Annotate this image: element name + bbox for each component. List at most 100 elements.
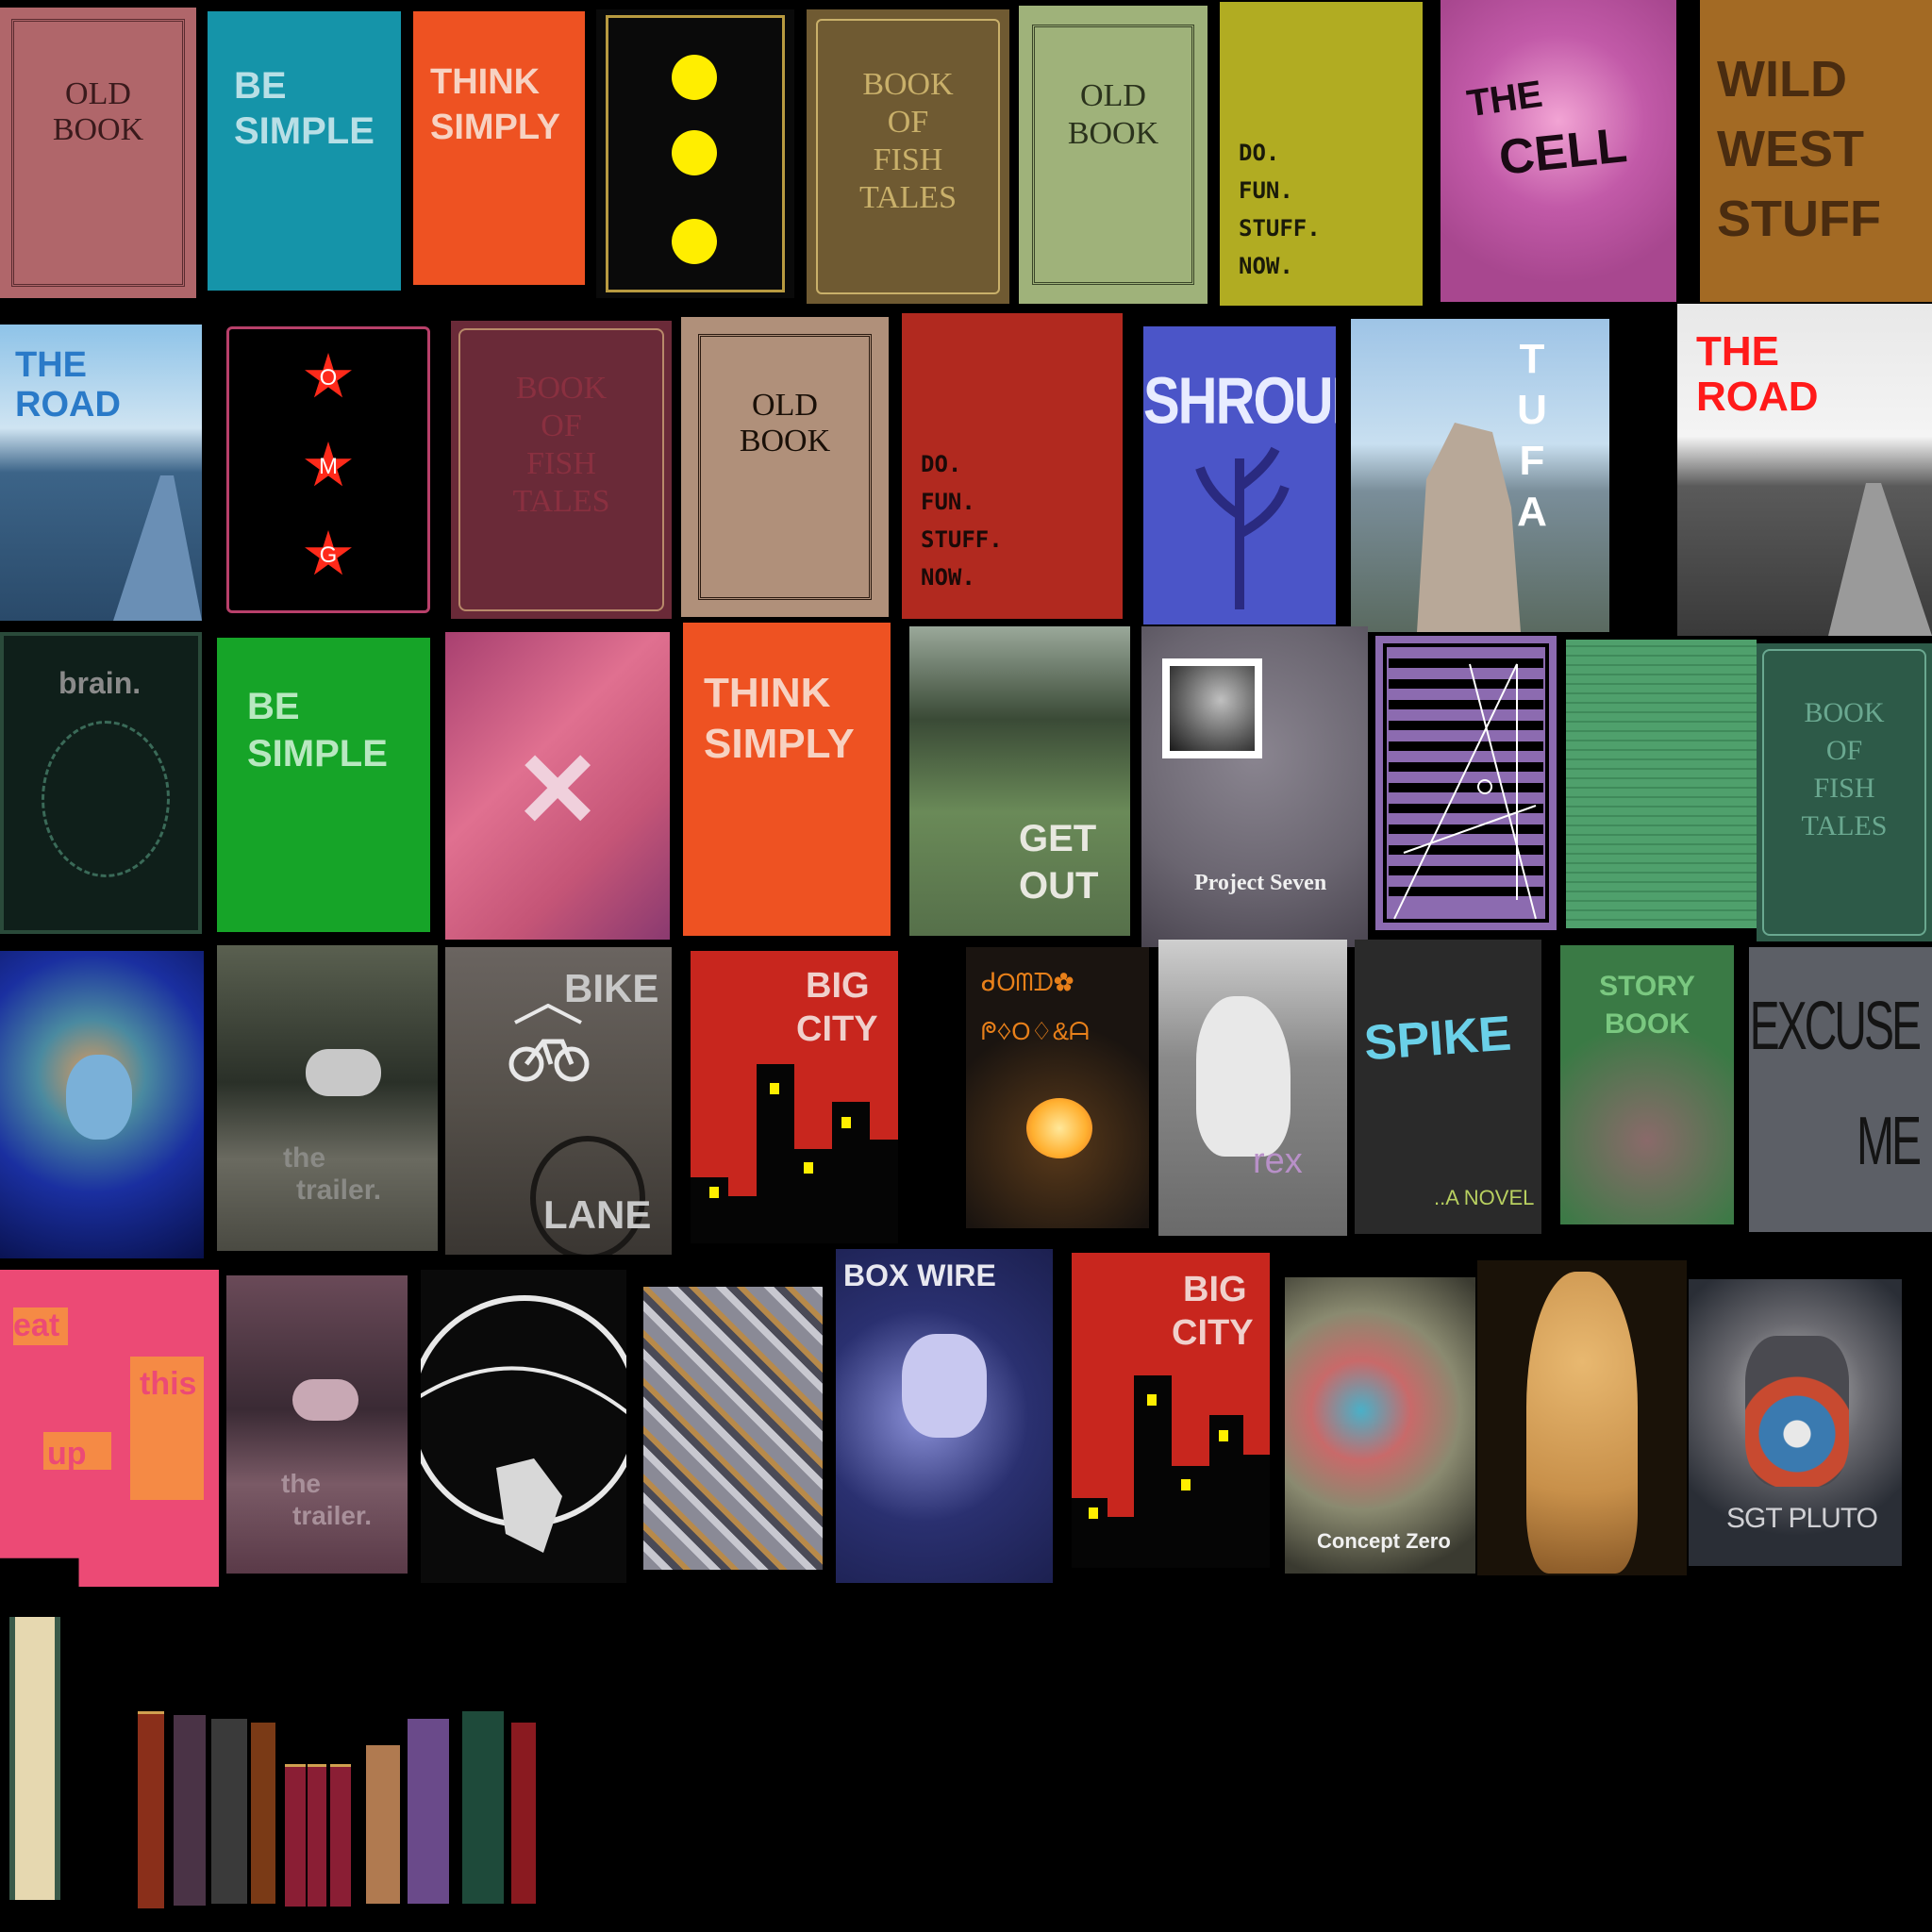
cover-do-fun-stuff-now-red[interactable]: DO. FUN. STUFF. NOW. <box>902 313 1123 619</box>
cover-think-simply[interactable]: THINK SIMPLY <box>413 11 585 285</box>
cover-title-line-1: BOOK <box>515 371 608 406</box>
cover-title: BOX WIRE <box>843 1258 996 1292</box>
cover-title-line-3: STUFF <box>1717 191 1881 247</box>
cover-title-line-2: SIMPLY <box>430 108 560 147</box>
cover-the-cell[interactable]: THE CELL <box>1441 0 1676 302</box>
cover-title-line-2: FUN. <box>1239 177 1293 204</box>
cover-the-road-grey[interactable]: THE ROAD <box>1677 304 1932 636</box>
cover-title-line-2: LANE <box>543 1192 652 1237</box>
cover-think-simply-2[interactable]: THINK SIMPLY <box>683 623 891 936</box>
cover-green-texture[interactable] <box>1566 640 1757 928</box>
cover-story-book[interactable]: STORY BOOK <box>1560 945 1734 1224</box>
cover-title-line-4: TALES <box>858 180 958 215</box>
cover-concept-zero[interactable]: Concept Zero <box>1285 1277 1475 1574</box>
cover-wild-west-stuff[interactable]: WILD WEST STUFF <box>1700 0 1932 302</box>
cover-sarcophagus[interactable] <box>1477 1260 1687 1575</box>
book-spine[interactable] <box>330 1764 351 1907</box>
book-spine[interactable] <box>511 1723 536 1904</box>
cover-spike[interactable]: SPIKE ..A NOVEL <box>1355 940 1541 1234</box>
cover-title-line-1: THE <box>1696 328 1779 375</box>
cover-border <box>1032 25 1194 285</box>
cover-sgt-pluto[interactable]: SGT PLUTO <box>1689 1279 1902 1566</box>
book-spine[interactable] <box>308 1764 326 1907</box>
cover-box-wire[interactable]: BOX WIRE <box>836 1249 1053 1583</box>
cover-title: Project Seven <box>1194 871 1327 895</box>
book-spine[interactable] <box>251 1723 275 1904</box>
cover-old-book[interactable]: OLD BOOK <box>0 8 196 298</box>
yellow-dot-icon <box>672 55 717 100</box>
book-spine[interactable] <box>366 1745 400 1904</box>
cover-project-seven[interactable]: Project Seven <box>1141 626 1368 947</box>
cover-rex[interactable]: rex <box>1158 940 1347 1236</box>
cover-title-line-2: BOOK <box>52 112 144 147</box>
cover-excuse-me[interactable]: EXCUSE ME <box>1749 947 1932 1232</box>
book-spine[interactable] <box>408 1719 449 1904</box>
trailer-illustration <box>292 1379 358 1421</box>
musician-illustration <box>902 1334 987 1438</box>
cover-bike-lane[interactable]: BIKE LANE <box>445 947 672 1255</box>
cover-do-fun-stuff-now[interactable]: DO. FUN. STUFF. NOW. <box>1220 2 1423 306</box>
cover-the-road-blue[interactable]: THE ROAD <box>0 325 202 621</box>
book-spine[interactable] <box>285 1764 306 1907</box>
cover-book-of-fish-tales-teal[interactable]: BOOK OF FISH TALES <box>1757 643 1932 941</box>
cover-title-line-2: SIMPLE <box>247 733 388 774</box>
cover-shroud[interactable]: SHROUD <box>1143 326 1336 625</box>
cover-skull-face[interactable] <box>0 951 204 1258</box>
cover-old-book-tan[interactable]: OLD BOOK <box>681 317 889 617</box>
cover-omg[interactable]: O M G <box>219 321 438 619</box>
cover-be-simple[interactable]: BE SIMPLE <box>208 11 401 291</box>
cover-the-trailer[interactable]: the trailer. <box>217 945 438 1251</box>
cover-be-simple-green[interactable]: BE SIMPLE <box>217 638 430 932</box>
cover-title-line-1: SPIKE <box>1362 1006 1513 1072</box>
cover-eat-this-up[interactable]: eat this up <box>0 1270 219 1587</box>
cover-title-line-4: NOW. <box>1239 253 1293 279</box>
cover-old-book-green[interactable]: OLD BOOK <box>1019 6 1208 304</box>
cover-x[interactable]: × <box>445 632 670 940</box>
cover-title-line-2: BOOK <box>1067 116 1159 151</box>
cover-title-line-1: THINK <box>430 62 541 102</box>
tree-illustration <box>1195 446 1290 609</box>
cover-title: brain. <box>58 666 142 700</box>
cover-big-city-2[interactable]: BIG CITY <box>1072 1253 1270 1568</box>
cover-title-line-1: OLD <box>1080 78 1146 113</box>
cover-title-line-2: OF <box>887 105 929 140</box>
cover-title-line-1: the <box>283 1142 325 1174</box>
cover-brain[interactable]: brain. <box>0 632 202 934</box>
cover-title-line-3: STUFF. <box>921 526 1003 553</box>
cover-jack-o-lantern[interactable]: ᑯOᗰᗪ✿ ᖘ♢O♢&ᗩ <box>966 947 1149 1228</box>
cover-title-line-2: OF <box>541 408 582 443</box>
cover-title: × <box>519 712 596 860</box>
cover-book-of-fish-tales-maroon[interactable]: BOOK OF FISH TALES <box>451 321 672 619</box>
book-spine[interactable] <box>462 1711 504 1904</box>
yellow-dot-icon <box>672 130 717 175</box>
cover-letter-2: U <box>1517 387 1547 433</box>
cover-title-line-1: ᑯOᗰᗪ✿ <box>981 968 1074 996</box>
cover-title-line-4: TALES <box>1801 810 1888 841</box>
sarcophagus-illustration <box>1526 1272 1638 1574</box>
cover-title-line-1: EXCUSE <box>1749 990 1922 1065</box>
cover-title-line-1: WILD <box>1717 51 1847 108</box>
cover-striped-geometry[interactable] <box>1375 636 1557 930</box>
pumpkin-icon <box>1026 1098 1092 1158</box>
cover-border <box>11 19 185 287</box>
cover-border <box>698 334 872 600</box>
cover-get-out[interactable]: GET OUT <box>909 626 1130 936</box>
cover-title-line-1: BE <box>247 686 300 727</box>
cover-mosaic[interactable] <box>643 1287 823 1570</box>
book-spine[interactable] <box>9 1617 60 1900</box>
trailer-illustration <box>306 1049 381 1096</box>
cover-big-city[interactable]: BIG CITY <box>691 951 898 1243</box>
book-spine[interactable] <box>138 1711 164 1908</box>
book-spine[interactable] <box>211 1719 247 1904</box>
cover-book-of-fish-tales[interactable]: BOOK OF FISH TALES <box>807 9 1009 304</box>
cover-title-line-2: trailer. <box>292 1501 373 1530</box>
cover-letter-3: F <box>1519 438 1545 484</box>
cover-title-line-2: CELL <box>1496 118 1630 186</box>
book-spine[interactable] <box>174 1715 206 1906</box>
cover-tufa[interactable]: T U F A <box>1351 319 1609 632</box>
cover-the-trailer-tinted[interactable]: the trailer. <box>226 1275 408 1574</box>
cover-atlas-sculpture[interactable] <box>421 1270 626 1583</box>
cover-title-line-3: FISH <box>1813 773 1875 804</box>
cover-title: rex <box>1253 1141 1303 1181</box>
cover-three-dots[interactable] <box>596 9 794 298</box>
